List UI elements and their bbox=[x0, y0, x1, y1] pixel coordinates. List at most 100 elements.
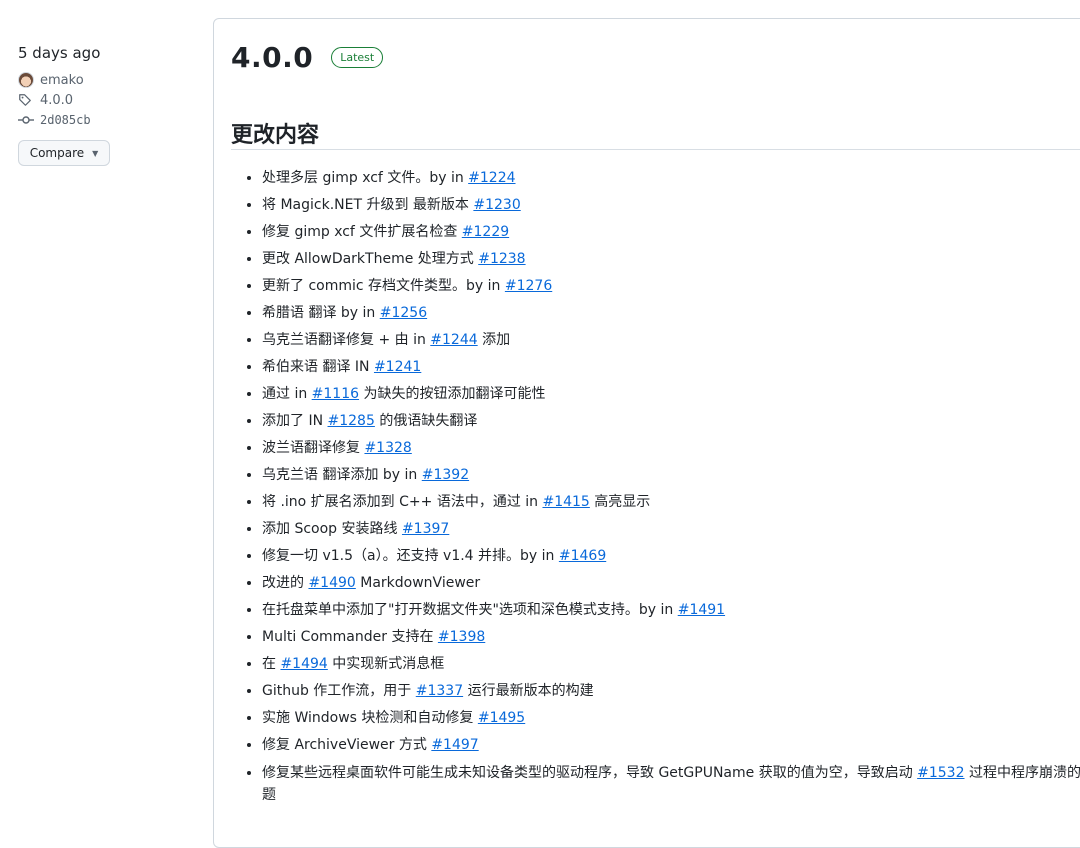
change-text-after: 中实现新式消息框 bbox=[327, 656, 445, 672]
pr-link[interactable]: #1490 bbox=[308, 575, 355, 591]
tag-label[interactable]: 4.0.0 bbox=[40, 93, 73, 108]
change-text: Github 作工作流，用于 bbox=[262, 683, 416, 699]
list-item: 实施 Windows 块检测和自动修复 #1495 bbox=[262, 705, 1080, 732]
release-sidebar: 5 days ago emako 4.0.0 2d085cb Compare ▼ bbox=[18, 44, 198, 166]
change-text-after: 添加 bbox=[477, 332, 511, 348]
list-item: 处理多层 gimp xcf 文件。by in #1224 bbox=[262, 165, 1080, 192]
list-item: 乌克兰语翻译修复 + 由 in #1244 添加 bbox=[262, 327, 1080, 354]
change-text: 将 Magick.NET 升级到 最新版本 bbox=[262, 197, 474, 213]
tag-row[interactable]: 4.0.0 bbox=[18, 90, 198, 110]
change-text: 修复 gimp xcf 文件扩展名检查 bbox=[262, 224, 462, 240]
list-item: 添加了 IN #1285 的俄语缺失翻译 bbox=[262, 408, 1080, 435]
release-header: 4.0.0 Latest bbox=[231, 41, 384, 74]
release-card: 4.0.0 Latest 更改内容 处理多层 gimp xcf 文件。by in… bbox=[213, 18, 1080, 848]
list-item: 乌克兰语 翻译添加 by in #1392 bbox=[262, 462, 1080, 489]
change-text: 修复某些远程桌面软件可能生成未知设备类型的驱动程序，导致 GetGPUName … bbox=[262, 765, 918, 781]
compare-button[interactable]: Compare ▼ bbox=[18, 140, 110, 166]
avatar bbox=[18, 72, 34, 88]
pr-link[interactable]: #1397 bbox=[402, 521, 449, 537]
pr-link[interactable]: #1491 bbox=[678, 602, 725, 618]
change-text-after: 高亮显示 bbox=[589, 494, 651, 510]
pr-link[interactable]: #1415 bbox=[542, 494, 589, 510]
change-text: 将 .ino 扩展名添加到 C++ 语法中，通过 in bbox=[262, 494, 543, 510]
pr-link[interactable]: #1116 bbox=[312, 386, 359, 402]
list-item: 通过 in #1116 为缺失的按钮添加翻译可能性 bbox=[262, 381, 1080, 408]
list-item: 更新了 commic 存档文件类型。by in #1276 bbox=[262, 273, 1080, 300]
author-row[interactable]: emako bbox=[18, 70, 198, 90]
tag-icon bbox=[18, 92, 36, 108]
pr-link[interactable]: #1469 bbox=[559, 548, 606, 564]
pr-link[interactable]: #1276 bbox=[505, 278, 552, 294]
pr-link[interactable]: #1256 bbox=[380, 305, 427, 321]
pr-link[interactable]: #1285 bbox=[328, 413, 375, 429]
pr-link[interactable]: #1337 bbox=[416, 683, 463, 699]
list-item: Multi Commander 支持在 #1398 bbox=[262, 624, 1080, 651]
change-text: 改进的 bbox=[262, 575, 309, 591]
change-text-after: 运行最新版本的构建 bbox=[463, 683, 594, 699]
change-text: 在托盘菜单中添加了"打开数据文件夹"选项和深色模式支持。by in bbox=[262, 602, 678, 618]
pr-link[interactable]: #1229 bbox=[462, 224, 509, 240]
heading-divider bbox=[231, 149, 1080, 150]
pr-link[interactable]: #1328 bbox=[364, 440, 411, 456]
list-item: 添加 Scoop 安装路线 #1397 bbox=[262, 516, 1080, 543]
change-text: 乌克兰语翻译修复 + 由 in bbox=[262, 332, 431, 348]
pr-link[interactable]: #1238 bbox=[478, 251, 525, 267]
list-item: Github 作工作流，用于 #1337 运行最新版本的构建 bbox=[262, 678, 1080, 705]
list-item: 将 .ino 扩展名添加到 C++ 语法中，通过 in #1415 高亮显示 bbox=[262, 489, 1080, 516]
change-text: 添加了 IN bbox=[262, 413, 328, 429]
pr-link[interactable]: #1230 bbox=[473, 197, 520, 213]
list-item: 希伯来语 翻译 IN #1241 bbox=[262, 354, 1080, 381]
list-item: 更改 AllowDarkTheme 处理方式 #1238 bbox=[262, 246, 1080, 273]
change-text: 通过 in bbox=[262, 386, 312, 402]
list-item: 波兰语翻译修复 #1328 bbox=[262, 435, 1080, 462]
change-text: 添加 Scoop 安装路线 bbox=[262, 521, 402, 537]
change-text: 修复一切 v1.5（a）。还支持 v1.4 并排。by in bbox=[262, 548, 559, 564]
change-text: 希腊语 翻译 by in bbox=[262, 305, 380, 321]
change-text: 希伯来语 翻译 IN bbox=[262, 359, 374, 375]
change-text: 处理多层 gimp xcf 文件。by in bbox=[262, 170, 469, 186]
compare-label: Compare bbox=[29, 146, 85, 160]
list-item: 修复 ArchiveViewer 方式 #1497 bbox=[262, 732, 1080, 759]
pr-link[interactable]: #1392 bbox=[422, 467, 469, 483]
change-text-after: 的俄语缺失翻译 bbox=[374, 413, 478, 429]
list-item: 修复 gimp xcf 文件扩展名检查 #1229 bbox=[262, 219, 1080, 246]
change-text-after: MarkdownViewer bbox=[355, 575, 481, 591]
change-text: 波兰语翻译修复 bbox=[262, 440, 365, 456]
change-text: 在 bbox=[262, 656, 281, 672]
pr-link[interactable]: #1241 bbox=[374, 359, 421, 375]
commit-icon-svg bbox=[18, 116, 34, 124]
commit-row[interactable]: 2d085cb bbox=[18, 110, 198, 130]
author-avatar[interactable] bbox=[18, 72, 36, 88]
list-item: 在 #1494 中实现新式消息框 bbox=[262, 651, 1080, 678]
changes-heading: 更改内容 bbox=[231, 123, 320, 148]
list-item: 修复某些远程桌面软件可能生成未知设备类型的驱动程序，导致 GetGPUName … bbox=[262, 759, 1080, 806]
list-item: 改进的 #1490 MarkdownViewer bbox=[262, 570, 1080, 597]
release-time: 5 days ago bbox=[18, 44, 101, 62]
pr-link[interactable]: #1398 bbox=[438, 629, 485, 645]
change-text: 乌克兰语 翻译添加 by in bbox=[262, 467, 422, 483]
list-item: 将 Magick.NET 升级到 最新版本 #1230 bbox=[262, 192, 1080, 219]
change-text: 更改 AllowDarkTheme 处理方式 bbox=[262, 251, 479, 267]
changes-list: 处理多层 gimp xcf 文件。by in #1224将 Magick.NET… bbox=[244, 165, 1080, 806]
pr-link[interactable]: #1244 bbox=[430, 332, 477, 348]
commit-sha[interactable]: 2d085cb bbox=[40, 113, 91, 127]
chevron-down-icon: ▼ bbox=[92, 148, 99, 158]
latest-badge: Latest bbox=[331, 47, 384, 68]
change-text: 更新了 commic 存档文件类型。by in bbox=[262, 278, 505, 294]
pr-link[interactable]: #1495 bbox=[478, 710, 525, 726]
commit-icon bbox=[18, 112, 36, 128]
change-text-after: 为缺失的按钮添加翻译可能性 bbox=[359, 386, 546, 402]
pr-link[interactable]: #1532 bbox=[917, 765, 964, 781]
tag-icon-svg bbox=[19, 94, 31, 106]
list-item: 在托盘菜单中添加了"打开数据文件夹"选项和深色模式支持。by in #1491 bbox=[262, 597, 1080, 624]
list-item: 修复一切 v1.5（a）。还支持 v1.4 并排。by in #1469 bbox=[262, 543, 1080, 570]
pr-link[interactable]: #1497 bbox=[431, 737, 478, 753]
release-title[interactable]: 4.0.0 bbox=[231, 41, 313, 74]
author-name[interactable]: emako bbox=[40, 73, 84, 88]
change-text: Multi Commander 支持在 bbox=[262, 629, 438, 645]
pr-link[interactable]: #1494 bbox=[280, 656, 327, 672]
list-item: 希腊语 翻译 by in #1256 bbox=[262, 300, 1080, 327]
pr-link[interactable]: #1224 bbox=[468, 170, 515, 186]
change-text: 实施 Windows 块检测和自动修复 bbox=[262, 710, 478, 726]
change-text: 修复 ArchiveViewer 方式 bbox=[262, 737, 432, 753]
